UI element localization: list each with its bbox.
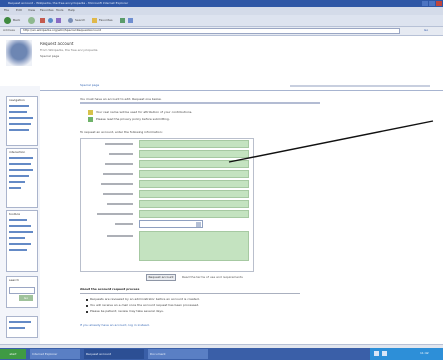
- system-tray: 11:42: [370, 348, 443, 360]
- taskbar-item-request[interactable]: Request account: [84, 349, 144, 359]
- taskbar-item-document[interactable]: Document: [148, 349, 208, 359]
- tray-network-icon[interactable]: [374, 351, 379, 356]
- tray-clock: 11:42: [420, 352, 429, 355]
- tray-volume-icon[interactable]: [382, 351, 387, 356]
- annotation-line: [228, 120, 434, 163]
- taskbar-item-ie[interactable]: Internet Explorer: [30, 349, 80, 359]
- start-button[interactable]: start: [0, 349, 26, 359]
- taskbar: start Internet Explorer Request account …: [0, 348, 443, 360]
- annotation-arrow: [228, 120, 434, 163]
